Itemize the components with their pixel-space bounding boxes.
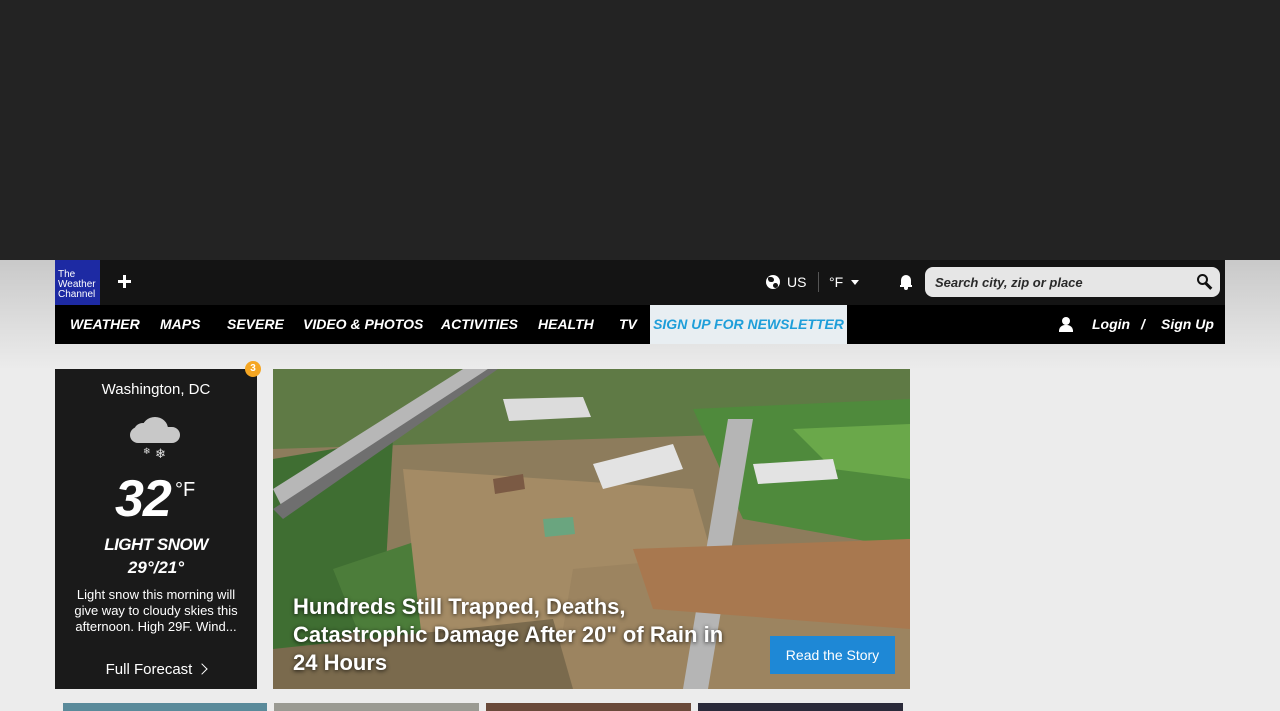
chevron-down-icon[interactable] [851, 280, 859, 285]
forecast-narrative: Light snow this morning will give way to… [74, 587, 238, 634]
globe-icon[interactable] [766, 275, 780, 289]
search-box [925, 267, 1220, 297]
alert-count-badge[interactable]: 3 [245, 361, 261, 377]
temperature-unit: °F [175, 479, 196, 501]
full-forecast-link[interactable]: Full Forecast [55, 661, 257, 678]
current-temperature: 32 [115, 470, 172, 528]
bell-icon[interactable] [900, 274, 912, 290]
region-selector[interactable]: US [787, 274, 806, 290]
newsletter-signup-link[interactable]: SIGN UP FOR NEWSLETTER [650, 305, 847, 344]
full-forecast-label: Full Forecast [105, 661, 193, 678]
nav-item-maps[interactable]: MAPS [160, 305, 200, 344]
nav-item-severe[interactable]: SEVERE [227, 305, 284, 344]
main-nav: WEATHER MAPS SEVERE VIDEO & PHOTOS ACTIV… [55, 305, 1225, 344]
cloud-snow-icon: ❄ ❄ [130, 415, 182, 463]
story-thumbnail[interactable] [486, 703, 691, 711]
story-thumbnail[interactable] [63, 703, 267, 711]
nav-item-health[interactable]: HEALTH [538, 305, 594, 344]
nav-item-video-photos[interactable]: VIDEO & PHOTOS [303, 305, 423, 344]
condition-phrase: LIGHT SNOW [104, 535, 208, 554]
search-icon[interactable] [1197, 274, 1213, 290]
nav-item-tv[interactable]: TV [619, 305, 637, 344]
ad-banner [0, 0, 1280, 260]
hi-lo-temperature: 29°/21° [127, 558, 185, 577]
current-conditions-card[interactable]: Washington, DC ❄ ❄ 32 °F LIGHT SNOW 29°/… [55, 369, 257, 689]
hero-headline[interactable]: Hundreds Still Trapped, Deaths, Catastro… [293, 593, 733, 677]
nav-item-activities[interactable]: ACTIVITIES [441, 305, 518, 344]
story-thumbnail[interactable] [698, 703, 903, 711]
chevron-right-icon [196, 663, 209, 675]
divider [818, 272, 819, 292]
search-input[interactable] [935, 272, 1185, 292]
add-location-icon[interactable] [115, 269, 135, 295]
location-name: Washington, DC [101, 381, 211, 398]
login-link[interactable]: Login [1092, 305, 1130, 344]
weather-channel-logo[interactable]: The Weather Channel [55, 260, 100, 305]
read-story-button[interactable]: Read the Story [770, 636, 895, 674]
hero-story[interactable]: Hundreds Still Trapped, Deaths, Catastro… [273, 369, 910, 689]
user-icon [1059, 317, 1073, 332]
unit-selector[interactable]: °F [829, 274, 843, 290]
top-bar: The Weather Channel US °F [55, 260, 1225, 305]
login-separator: / [1141, 316, 1145, 332]
nav-item-weather[interactable]: WEATHER [70, 305, 140, 344]
signup-link[interactable]: Sign Up [1161, 305, 1214, 344]
story-thumbnail[interactable] [274, 703, 479, 711]
